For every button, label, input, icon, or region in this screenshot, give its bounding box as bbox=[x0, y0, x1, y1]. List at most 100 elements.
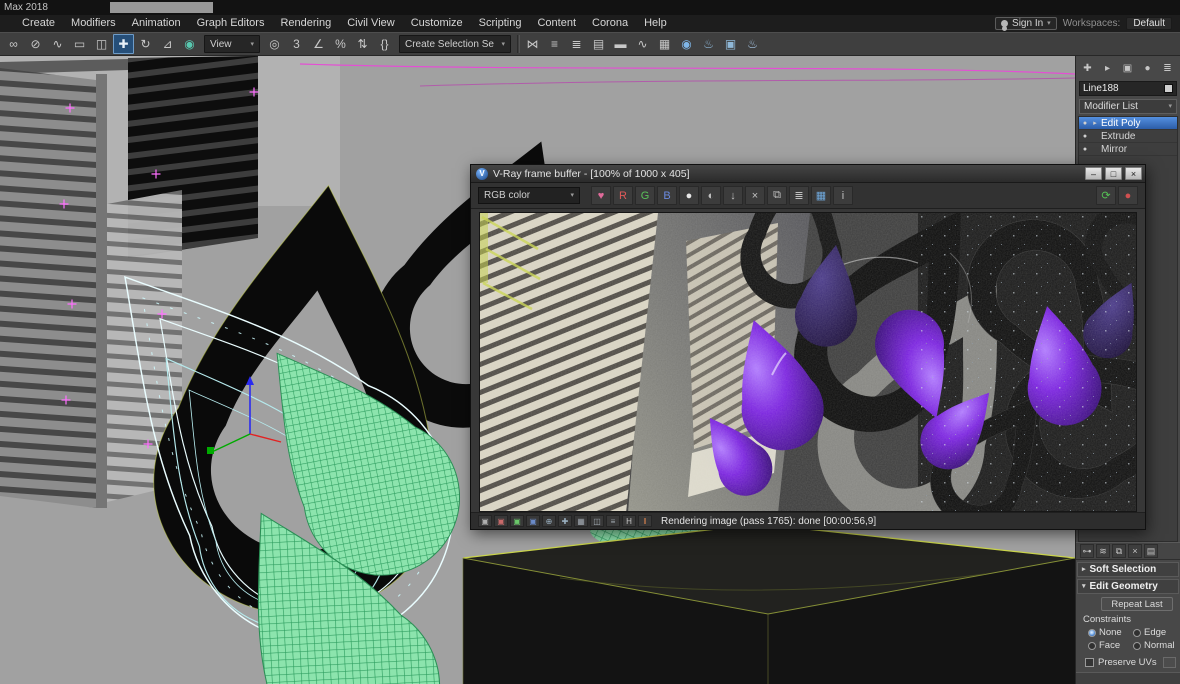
constraint-radio[interactable]: Edge bbox=[1133, 627, 1178, 638]
vfb-pause-icon[interactable]: ‖ bbox=[638, 515, 652, 527]
vfb-clear-image-icon[interactable]: × bbox=[745, 186, 765, 205]
panel-plus-icon[interactable]: ✚ bbox=[1081, 62, 1094, 75]
menu-item[interactable]: Create bbox=[14, 15, 63, 32]
vfb-update-icon[interactable]: ⟳ bbox=[1096, 186, 1116, 205]
vfb-titlebar[interactable]: V V-Ray frame buffer - [100% of 1000 x 4… bbox=[471, 165, 1145, 183]
vfb-view-green-icon[interactable]: ▣ bbox=[510, 515, 524, 527]
menu-item[interactable]: Civil View bbox=[339, 15, 402, 32]
configure-modifier-sets-icon[interactable]: ▤ bbox=[1144, 544, 1158, 558]
snap-toggle-3d-icon[interactable]: 3 bbox=[286, 34, 307, 54]
render-setup-icon[interactable]: ♨ bbox=[698, 34, 719, 54]
vfb-render-image[interactable] bbox=[479, 212, 1137, 512]
menu-item[interactable]: Modifiers bbox=[63, 15, 124, 32]
repeat-last-button[interactable]: Repeat Last bbox=[1101, 597, 1173, 611]
rendered-frame-icon[interactable]: ▣ bbox=[720, 34, 741, 54]
angle-snap-icon[interactable]: ∠ bbox=[308, 34, 329, 54]
use-pivot-center-icon[interactable]: ◎ bbox=[264, 34, 285, 54]
material-editor-icon[interactable]: ◉ bbox=[676, 34, 697, 54]
panel-menu-icon[interactable]: ≣ bbox=[1161, 62, 1174, 75]
constraint-radio[interactable]: Face bbox=[1088, 640, 1133, 651]
vfb-save-image-icon[interactable]: ↓ bbox=[723, 186, 743, 205]
object-color-swatch[interactable] bbox=[1164, 84, 1173, 93]
panel-layout-icon[interactable]: ▣ bbox=[1121, 62, 1134, 75]
curve-editor-icon[interactable]: ∿ bbox=[632, 34, 653, 54]
vfb-duplicate-icon[interactable]: ⧉ bbox=[767, 186, 787, 205]
vfb-follow-mouse-icon[interactable]: ♥ bbox=[591, 186, 611, 205]
vfb-view-red-icon[interactable]: ▣ bbox=[494, 515, 508, 527]
vfb-info-icon[interactable]: i bbox=[833, 186, 853, 205]
modifier-stack-row-mirror[interactable]: ● Mirror bbox=[1079, 143, 1177, 156]
remove-modifier-icon[interactable]: × bbox=[1128, 544, 1142, 558]
spinner-snap-icon[interactable]: ⇅ bbox=[352, 34, 373, 54]
window-crossing-toggle-icon[interactable]: ◫ bbox=[91, 34, 112, 54]
scene-explorer-icon[interactable]: ≣ bbox=[566, 34, 587, 54]
percent-snap-icon[interactable]: % bbox=[330, 34, 351, 54]
vfb-zoom-icon[interactable]: ⊕ bbox=[542, 515, 556, 527]
schematic-view-icon[interactable]: ▦ bbox=[654, 34, 675, 54]
menu-item[interactable]: Content bbox=[529, 15, 584, 32]
rollout-soft-selection[interactable]: ▸ Soft Selection bbox=[1077, 562, 1179, 577]
menu-item[interactable]: Customize bbox=[403, 15, 471, 32]
vfb-history-icon[interactable]: ≣ bbox=[789, 186, 809, 205]
menu-item[interactable]: Graph Editors bbox=[189, 15, 273, 32]
select-and-move-icon[interactable]: ✚ bbox=[113, 34, 134, 54]
expand-icon[interactable]: ▸ bbox=[1091, 119, 1099, 127]
select-and-link-icon[interactable]: ∞ bbox=[3, 34, 24, 54]
vfb-compare-icon[interactable]: ◫ bbox=[590, 515, 604, 527]
vfb-red-channel-icon[interactable]: R bbox=[613, 186, 633, 205]
align-icon[interactable]: ≡ bbox=[544, 34, 565, 54]
visibility-icon[interactable]: ● bbox=[1081, 146, 1089, 153]
show-end-result-icon[interactable]: ≋ bbox=[1096, 544, 1110, 558]
menu-item[interactable]: Help bbox=[636, 15, 675, 32]
named-selection-sets-icon[interactable]: {} bbox=[374, 34, 395, 54]
menu-item[interactable]: Corona bbox=[584, 15, 636, 32]
layer-explorer-icon[interactable]: ▤ bbox=[588, 34, 609, 54]
vfb-alpha-icon[interactable]: ◐ bbox=[701, 186, 721, 205]
menu-item[interactable]: Rendering bbox=[272, 15, 339, 32]
vfb-view-rgb-icon[interactable]: ▣ bbox=[478, 515, 492, 527]
menu-item[interactable]: Scripting bbox=[471, 15, 530, 32]
named-selection-set-dropdown[interactable]: Create Selection Se ▾ bbox=[399, 35, 511, 53]
panel-pin-icon[interactable]: ▸ bbox=[1101, 62, 1114, 75]
vfb-mono-icon[interactable]: ● bbox=[679, 186, 699, 205]
visibility-icon[interactable]: ● bbox=[1081, 120, 1089, 127]
menu-item[interactable]: Animation bbox=[124, 15, 189, 32]
modifier-stack-row-edit-poly[interactable]: ● ▸ Edit Poly bbox=[1079, 117, 1177, 130]
modifier-list-dropdown[interactable]: Modifier List ▾ bbox=[1079, 99, 1177, 114]
ribbon-icon[interactable]: ▬ bbox=[610, 34, 631, 54]
select-and-manipulate-icon[interactable]: ◉ bbox=[179, 34, 200, 54]
vfb-stop-icon[interactable]: ● bbox=[1118, 186, 1138, 205]
reference-coordinate-dropdown[interactable]: View ▾ bbox=[204, 35, 260, 53]
sign-in-button[interactable]: Sign In ▾ bbox=[995, 17, 1057, 30]
vfb-blue-channel-icon[interactable]: B bbox=[657, 186, 677, 205]
vfb-pixel-info-icon[interactable]: ▦ bbox=[574, 515, 588, 527]
preserve-uvs-checkbox[interactable] bbox=[1085, 658, 1094, 667]
constraint-radio[interactable]: None bbox=[1088, 627, 1133, 638]
vfb-close-button[interactable]: × bbox=[1125, 167, 1142, 180]
vfb-region-render-icon[interactable]: ▦ bbox=[811, 186, 831, 205]
object-name-field[interactable]: Line188 bbox=[1079, 81, 1177, 96]
panel-sphere-icon[interactable]: ● bbox=[1141, 62, 1154, 75]
unlink-selection-icon[interactable]: ⊘ bbox=[25, 34, 46, 54]
rectangular-selection-region-icon[interactable]: ▭ bbox=[69, 34, 90, 54]
select-and-rotate-icon[interactable]: ↻ bbox=[135, 34, 156, 54]
constraint-radio[interactable]: Normal bbox=[1133, 640, 1178, 651]
rollout-edit-geometry[interactable]: ▾ Edit Geometry bbox=[1077, 579, 1179, 594]
vfb-h-icon[interactable]: H bbox=[622, 515, 636, 527]
modifier-stack-row-extrude[interactable]: ● Extrude bbox=[1079, 130, 1177, 143]
vfb-minimize-button[interactable]: – bbox=[1085, 167, 1102, 180]
bind-to-space-warp-icon[interactable]: ∿ bbox=[47, 34, 68, 54]
vfb-channel-dropdown[interactable]: RGB color ▾ bbox=[478, 187, 580, 204]
render-production-icon[interactable]: ♨ bbox=[742, 34, 763, 54]
workspace-selector[interactable]: Default bbox=[1126, 17, 1172, 30]
preserve-uvs-settings-button[interactable] bbox=[1163, 657, 1176, 668]
select-and-scale-icon[interactable]: ⊿ bbox=[157, 34, 178, 54]
mirror-icon[interactable]: ⋈ bbox=[522, 34, 543, 54]
pin-stack-icon[interactable]: ⊶ bbox=[1080, 544, 1094, 558]
vfb-stamp-icon[interactable]: ≡ bbox=[606, 515, 620, 527]
visibility-icon[interactable]: ● bbox=[1081, 133, 1089, 140]
vfb-maximize-button[interactable]: □ bbox=[1105, 167, 1122, 180]
vfb-green-channel-icon[interactable]: G bbox=[635, 186, 655, 205]
vfb-view-blue-icon[interactable]: ▣ bbox=[526, 515, 540, 527]
make-unique-icon[interactable]: ⧉ bbox=[1112, 544, 1126, 558]
